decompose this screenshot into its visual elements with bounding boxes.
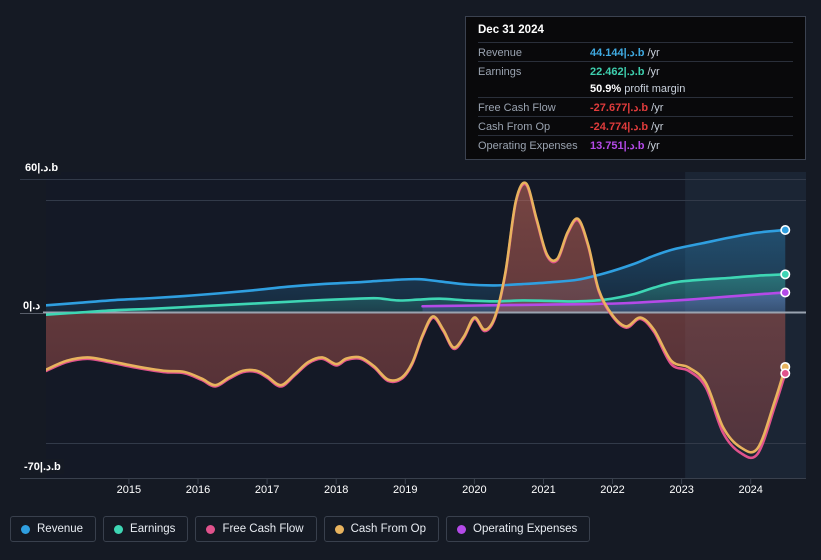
chart-legend: Revenue Earnings Free Cash Flow Cash From O… [10,516,591,542]
legend-item-revenue[interactable]: Revenue [10,516,97,542]
tooltip-row-unit: profit margin [624,83,686,95]
tooltip-row-value: 22.462|.د.b [590,66,645,78]
tooltip-row: 50.9% profit margin [478,80,793,97]
x-axis-label-2017: 2017 [254,484,280,496]
legend-color-dot-icon [457,524,467,534]
x-axis-label-2016: 2016 [185,484,211,496]
tooltip-row: Earnings 22.462|.د.b/yr [478,61,793,80]
endpoint-marker[interactable] [780,287,791,298]
x-axis-label-2018: 2018 [323,484,349,496]
tooltip-row-value: 13.751|.د.b [590,140,645,152]
legend-item-earnings[interactable]: Earnings [103,516,189,542]
x-axis-label-2019: 2019 [393,484,418,496]
legend-item-label: Cash From Op [350,523,427,535]
financial-chart-page: 60|.د.b 0|.د -70|.د.b 2015 2016 2017 2018 20… [0,0,821,560]
tooltip-row-unit: /yr [647,47,660,59]
x-axis-label-2023: 2023 [669,484,694,496]
data-tooltip: Dec 31 2024 Revenue 44.144|.د.b/yr Earning… [465,16,806,160]
x-axis-label-2024: 2024 [738,484,763,496]
tooltip-row-unit: /yr [651,102,664,114]
x-axis-ticks [128,479,752,484]
tooltip-rows: Revenue 44.144|.د.b/yr Earnings 22.462|.د.b… [478,42,793,154]
endpoint-marker[interactable] [780,368,791,379]
tooltip-row-value: -24.774|.د.b [590,121,649,133]
legend-item-label: Free Cash Flow [222,523,304,535]
tooltip-row-label: Earnings [478,66,522,78]
y-axis-label-zero: 0|.د [20,298,44,313]
tooltip-row-value: 50.9% [590,83,622,95]
tooltip-row: Revenue 44.144|.د.b/yr [478,42,793,61]
tooltip-row: Cash From Op -24.774|.د.b/yr [478,116,793,135]
endpoint-marker[interactable] [780,224,791,235]
tooltip-row-unit: /yr [647,66,660,78]
x-axis-label-2021: 2021 [531,484,556,496]
x-axis-label-2015: 2015 [116,484,142,496]
endpoint-marker[interactable] [780,269,791,280]
x-axis-label-2022: 2022 [600,484,625,496]
legend-color-dot-icon [334,524,344,534]
tooltip-row-value: -27.677|.د.b [590,102,649,114]
tooltip-row-unit: /yr [651,121,664,133]
legend-color-dot-icon [206,524,216,534]
y-axis-label-top: 60|.د.b [22,160,61,175]
tooltip-date: Dec 31 2024 [478,24,544,36]
tooltip-row: Operating Expenses 13.751|.د.b/yr [478,135,793,154]
tooltip-row-unit: /yr [647,140,660,152]
legend-item-label: Earnings [130,523,176,535]
legend-item-label: Operating Expenses [473,523,578,535]
tooltip-row-value: 44.144|.د.b [590,47,645,59]
tooltip-row: Free Cash Flow -27.677|.د.b/yr [478,97,793,116]
tooltip-row-label: Cash From Op [478,121,551,133]
legend-item-operating-expenses[interactable]: Operating Expenses [446,516,591,542]
x-axis-label-2020: 2020 [462,484,487,496]
tooltip-row-label: Revenue [478,47,523,59]
legend-item-cash-from-op[interactable]: Cash From Op [323,516,440,542]
tooltip-row-label: Free Cash Flow [478,102,556,114]
legend-color-dot-icon [21,524,30,534]
tooltip-row-label: Operating Expenses [478,140,578,152]
y-axis-label-bottom: -70|.د.b [21,459,64,474]
legend-color-dot-icon [114,524,124,534]
legend-item-label: Revenue [37,523,84,535]
legend-item-free-cash-flow[interactable]: Free Cash Flow [195,516,317,542]
